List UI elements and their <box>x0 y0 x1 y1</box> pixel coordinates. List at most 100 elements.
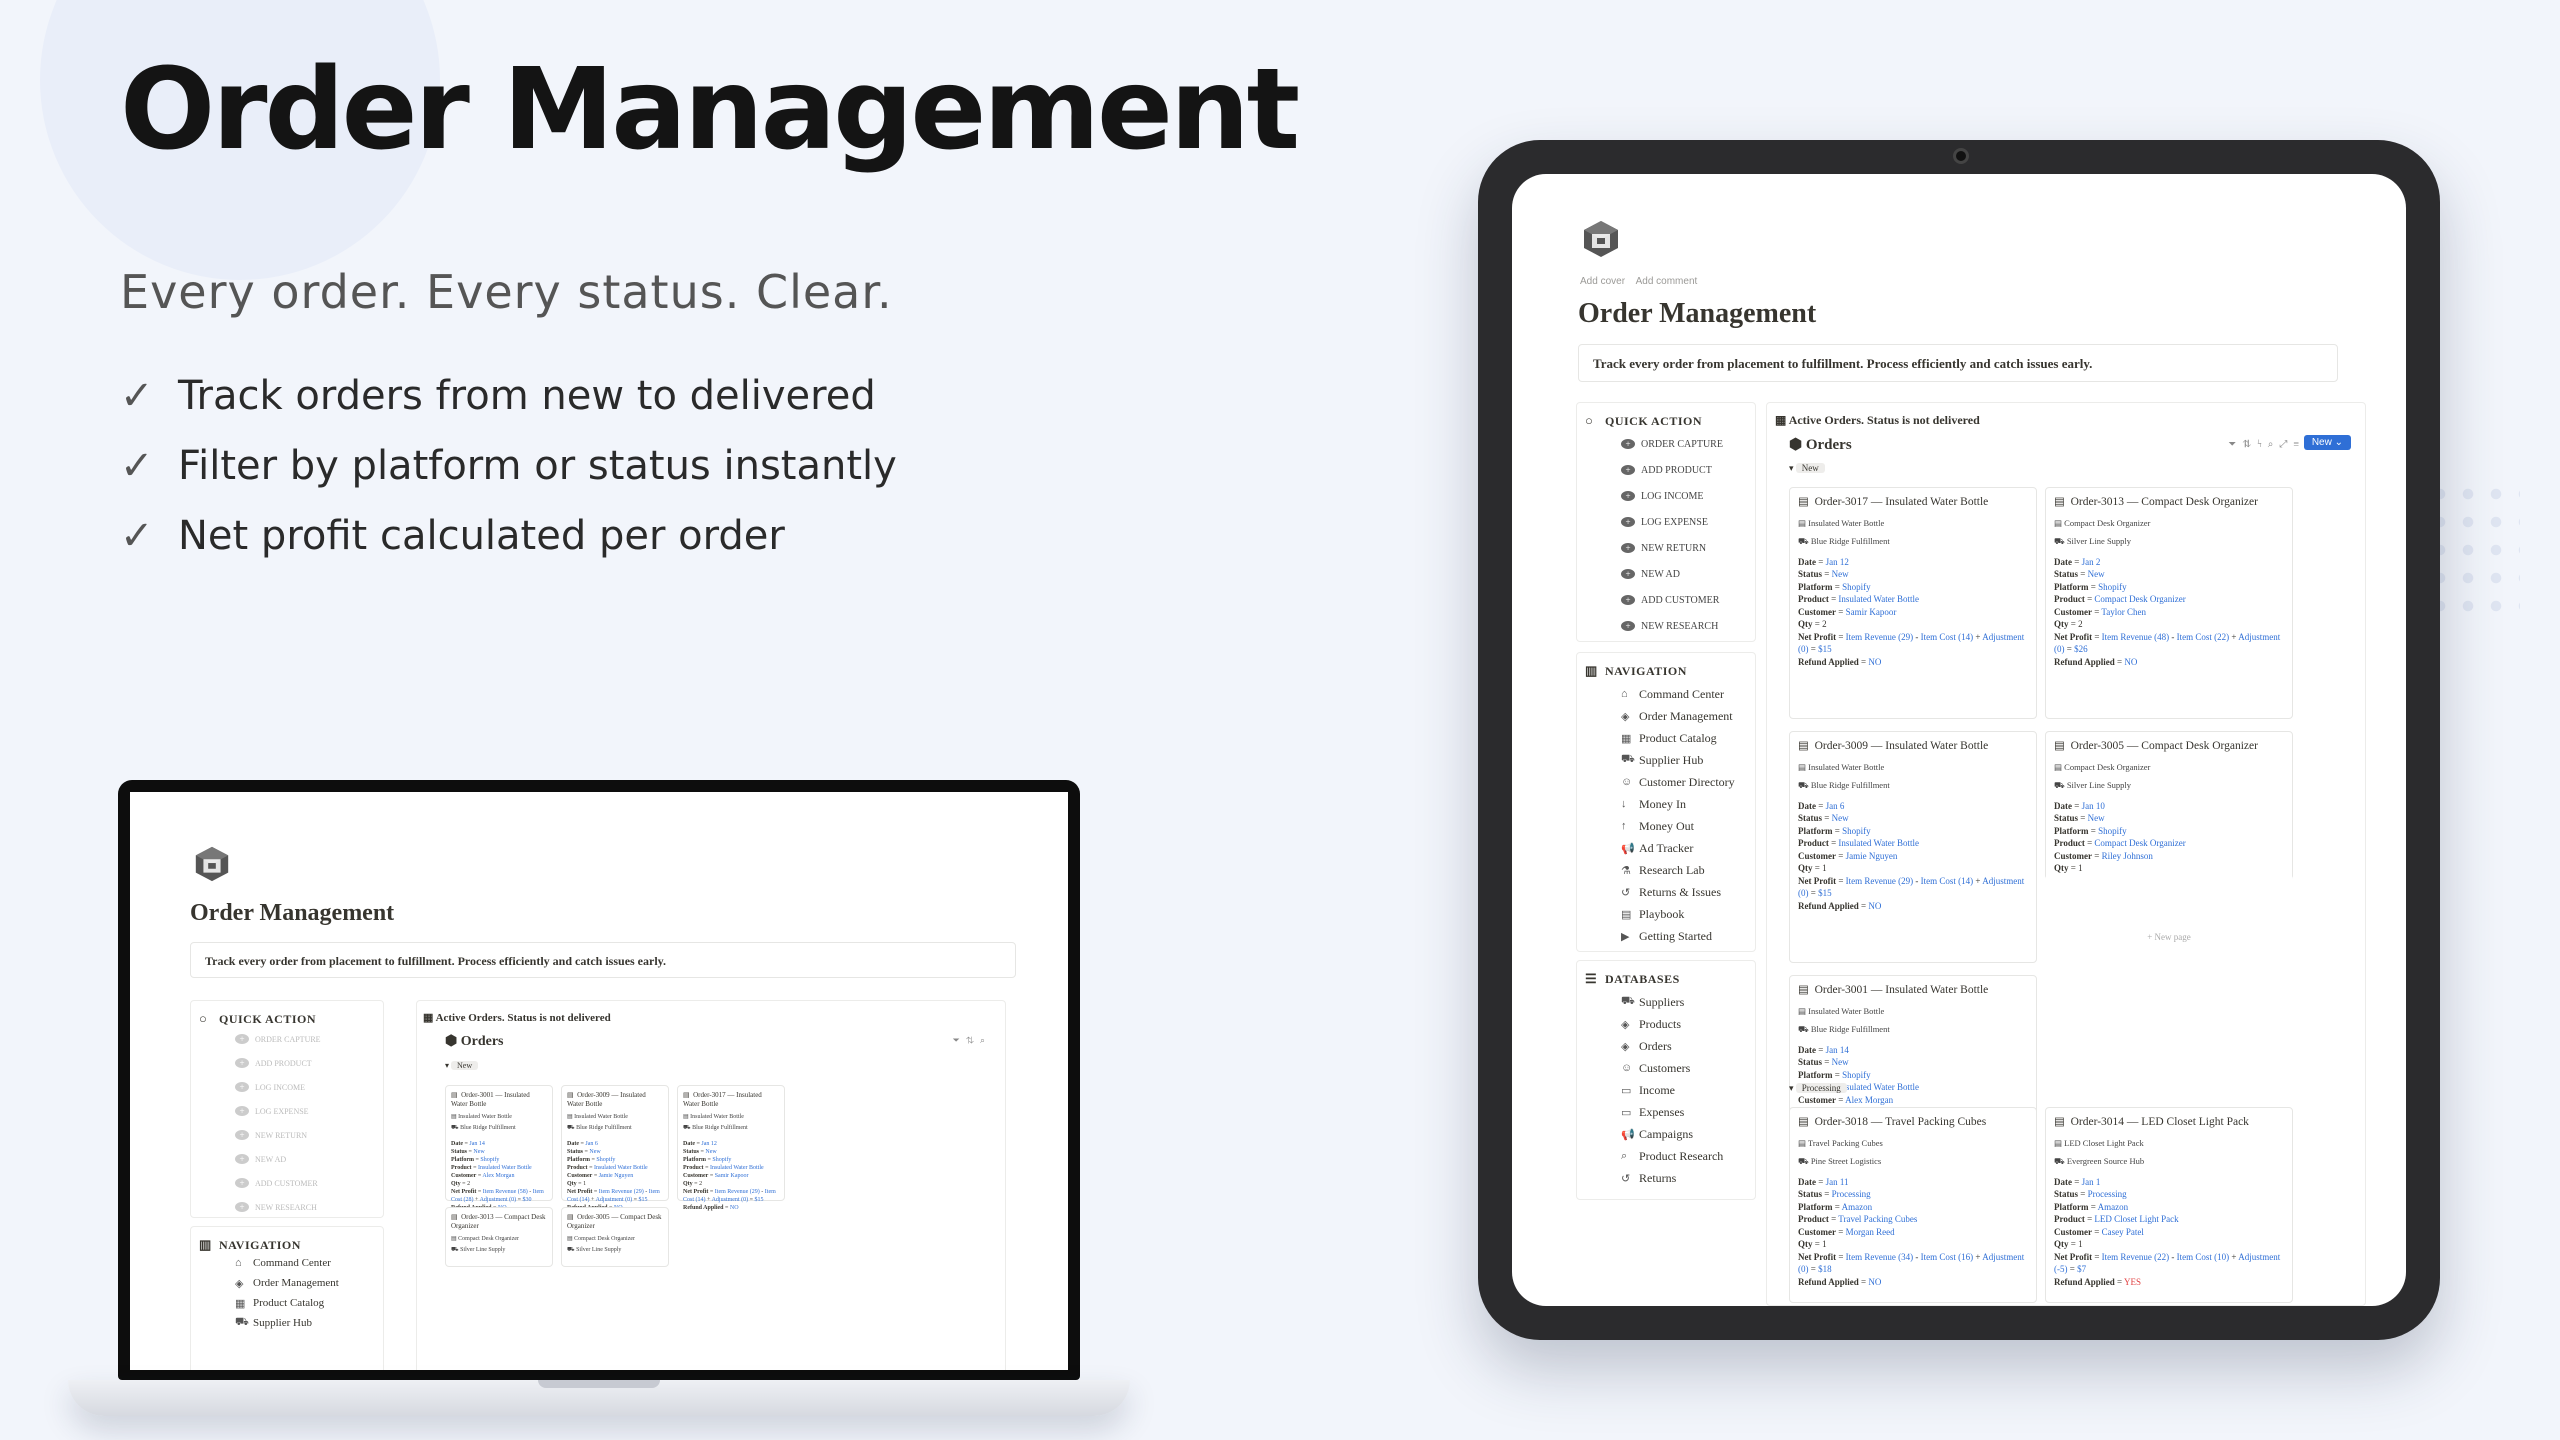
quick-action-order-capture[interactable]: + ORDER CAPTURE <box>199 1027 375 1051</box>
truck-icon: ⛟ <box>1798 1024 1809 1034</box>
expand-icon[interactable]: ⤢ <box>2279 439 2293 450</box>
card-field: Customer = Samir Kapoor <box>1798 606 1897 617</box>
search-icon[interactable]: ⌕ <box>2268 439 2280 450</box>
feature-text: Filter by platform or status instantly <box>178 443 897 489</box>
database-item-returns[interactable]: ↺ Returns <box>1585 1167 1747 1189</box>
order-card[interactable]: ▤ Order-3018 — Travel Packing Cubes ▤ Tra… <box>1789 1107 2037 1303</box>
quick-action-new-ad[interactable]: + NEW AD <box>199 1147 375 1171</box>
quick-action-log-expense[interactable]: + LOG EXPENSE <box>1585 509 1747 535</box>
map-icon: ▥ <box>199 1237 212 1252</box>
sort-icon[interactable]: ⇅ <box>966 1035 980 1045</box>
quick-action-add-customer[interactable]: + ADD CUSTOMER <box>1585 587 1747 613</box>
database-item-income[interactable]: ▭ Income <box>1585 1079 1747 1101</box>
truck-icon: ⛟ <box>683 1125 691 1131</box>
bolt-icon[interactable]: ϟ <box>2257 439 2268 450</box>
quick-action-new-ad[interactable]: + NEW AD <box>1585 561 1747 587</box>
sidebar-item-getting-started[interactable]: ▶ Getting Started <box>1585 925 1747 947</box>
quick-action-log-income[interactable]: + LOG INCOME <box>1585 483 1747 509</box>
order-card[interactable]: ▤ Order-3017 — Insulated Water Bottle ▤ I… <box>1789 487 2037 719</box>
sidebar-item-label: Playbook <box>1639 906 1685 921</box>
megaphone-icon: 📢 <box>1621 842 1635 855</box>
order-card[interactable]: ▤ Order-3009 — Insulated Water Bottle ▤ I… <box>1789 731 2037 963</box>
hero-subtitle: Every order. Every status. Clear. <box>120 265 893 319</box>
card-field: Status = Processing <box>2054 1189 2127 1199</box>
new-button[interactable]: New ⌄ <box>2303 435 2351 450</box>
home-icon: ⌂ <box>235 1257 242 1269</box>
circle-icon: ○ <box>199 1011 208 1026</box>
plus-icon: + <box>1621 517 1635 527</box>
add-cover-button[interactable]: Add cover <box>1580 276 1625 287</box>
card-net-profit: Net Profit = Item Revenue (22) - Item Co… <box>2054 1251 2281 1275</box>
order-card[interactable]: ▤ Order-3013 — Compact Desk Organizer ▤ C… <box>2045 487 2293 719</box>
quick-action-new-research[interactable]: + NEW RESEARCH <box>1585 613 1747 639</box>
search-icon[interactable]: ⌕ <box>980 1035 991 1045</box>
new-page-card[interactable]: + New page <box>2045 875 2293 1001</box>
database-item-suppliers[interactable]: ⛟ Suppliers <box>1585 991 1747 1013</box>
group-new[interactable]: ▾ New <box>445 1061 479 1070</box>
filter-icon[interactable]: ⏷ <box>953 1035 966 1045</box>
sidebar-item-customer-directory[interactable]: ☺ Customer Directory <box>1585 771 1747 793</box>
sidebar-item-supplier-hub[interactable]: ⛟ Supplier Hub <box>1585 749 1747 771</box>
order-card[interactable]: ▤ Order-3013 — Compact Desk Organizer ▤ C… <box>445 1207 553 1267</box>
sidebar-item-research-lab[interactable]: ⚗ Research Lab <box>1585 859 1747 881</box>
database-item-label: Orders <box>1639 1038 1672 1053</box>
plus-icon: + <box>1621 465 1635 475</box>
page-icon: ▤ <box>1798 740 1809 752</box>
filter-icon[interactable]: ⏷ <box>2228 439 2242 450</box>
sidebar-item-returns-issues[interactable]: ↺ Returns & Issues <box>1585 881 1747 903</box>
orders-board: ▦ Active Orders. Status is not delivered… <box>1766 402 2366 1306</box>
card-title: ▤ Order-3001 — Insulated Water Bottle <box>1798 984 1989 996</box>
database-item-orders[interactable]: ◈ Orders <box>1585 1035 1747 1057</box>
order-card[interactable]: ▤ Order-3017 — Insulated Water Bottle ▤ I… <box>677 1085 785 1211</box>
sort-icon[interactable]: ⇅ <box>2242 439 2257 450</box>
quick-action-log-expense[interactable]: + LOG EXPENSE <box>199 1099 375 1123</box>
truck-icon: ⛟ <box>451 1247 459 1253</box>
group-new[interactable]: ▾ New <box>1789 463 1825 474</box>
add-comment-button[interactable]: Add comment <box>1636 276 1698 287</box>
sidebar-item-money-out[interactable]: ↑ Money Out <box>1585 815 1747 837</box>
card-supplier: ⛟ Silver Line Supply <box>2054 536 2132 546</box>
sidebar-item-ad-tracker[interactable]: 📢 Ad Tracker <box>1585 837 1747 859</box>
view-toolbar: ⏷⇅⌕ <box>953 1035 991 1046</box>
card-title: ▤ Order-3009 — Insulated Water Bottle <box>1798 740 1989 752</box>
sidebar-item-order-management[interactable]: ◈ Order Management <box>1585 705 1747 727</box>
sidebar-item-command-center[interactable]: ⌂ Command Center <box>1585 683 1747 705</box>
database-item-campaigns[interactable]: 📢 Campaigns <box>1585 1123 1747 1145</box>
database-item-customers[interactable]: ☺ Customers <box>1585 1057 1747 1079</box>
card-refund: Refund Applied = NO <box>683 1205 739 1211</box>
quick-action-add-customer[interactable]: + ADD CUSTOMER <box>199 1171 375 1195</box>
page-title: Order Management <box>1578 298 1817 329</box>
sidebar-item-command-center[interactable]: ⌂ Command Center <box>199 1253 375 1273</box>
group-processing[interactable]: ▾ Processing <box>1789 1083 1847 1094</box>
quick-action-order-capture[interactable]: + ORDER CAPTURE <box>1585 431 1747 457</box>
order-card[interactable]: ▤ Order-3001 — Insulated Water Bottle ▤ I… <box>445 1085 553 1211</box>
sidebar-item-playbook[interactable]: ▤ Playbook <box>1585 903 1747 925</box>
sidebar-item-order-management[interactable]: ◈ Order Management <box>199 1273 375 1293</box>
card-field: Date = Jan 6 <box>1798 800 1845 811</box>
sidebar-item-supplier-hub[interactable]: ⛟ Supplier Hub <box>199 1313 375 1333</box>
quick-action-new-return[interactable]: + NEW RETURN <box>1585 535 1747 561</box>
sidebar-item-product-catalog[interactable]: ▦ Product Catalog <box>199 1293 375 1313</box>
quick-action-add-product[interactable]: + ADD PRODUCT <box>1585 457 1747 483</box>
order-card[interactable]: ▤ Order-3009 — Insulated Water Bottle ▤ I… <box>561 1085 669 1211</box>
database-item-expenses[interactable]: ▭ Expenses <box>1585 1101 1747 1123</box>
card-title: ▤ Order-3005 — Compact Desk Organizer <box>2054 740 2258 752</box>
order-icon: ◈ <box>1621 710 1630 723</box>
card-supplier: ⛟ Blue Ridge Fulfillment <box>1798 780 1890 790</box>
sidebar-item-product-catalog[interactable]: ▦ Product Catalog <box>1585 727 1747 749</box>
card-field: Qty = 1 <box>2054 863 2083 873</box>
database-item-label: Products <box>1639 1016 1681 1031</box>
feature-text: Track orders from new to delivered <box>178 373 876 419</box>
card-field: Qty = 2 <box>683 1181 703 1187</box>
quick-action-new-research[interactable]: + NEW RESEARCH <box>199 1195 375 1219</box>
orders-board: ▦ Active Orders. Status is not delivered… <box>416 1000 1006 1370</box>
database-item-products[interactable]: ◈ Products <box>1585 1013 1747 1035</box>
card-product: ▤ Insulated Water Bottle <box>567 1114 628 1120</box>
quick-action-log-income[interactable]: + LOG INCOME <box>199 1075 375 1099</box>
quick-action-new-return[interactable]: + NEW RETURN <box>199 1123 375 1147</box>
quick-action-add-product[interactable]: + ADD PRODUCT <box>199 1051 375 1075</box>
order-card[interactable]: ▤ Order-3014 — LED Closet Light Pack ▤ LE… <box>2045 1107 2293 1303</box>
sidebar-item-money-in[interactable]: ↓ Money In <box>1585 793 1747 815</box>
order-card[interactable]: ▤ Order-3005 — Compact Desk Organizer ▤ C… <box>561 1207 669 1267</box>
database-item-product-research[interactable]: ⌕ Product Research <box>1585 1145 1747 1167</box>
